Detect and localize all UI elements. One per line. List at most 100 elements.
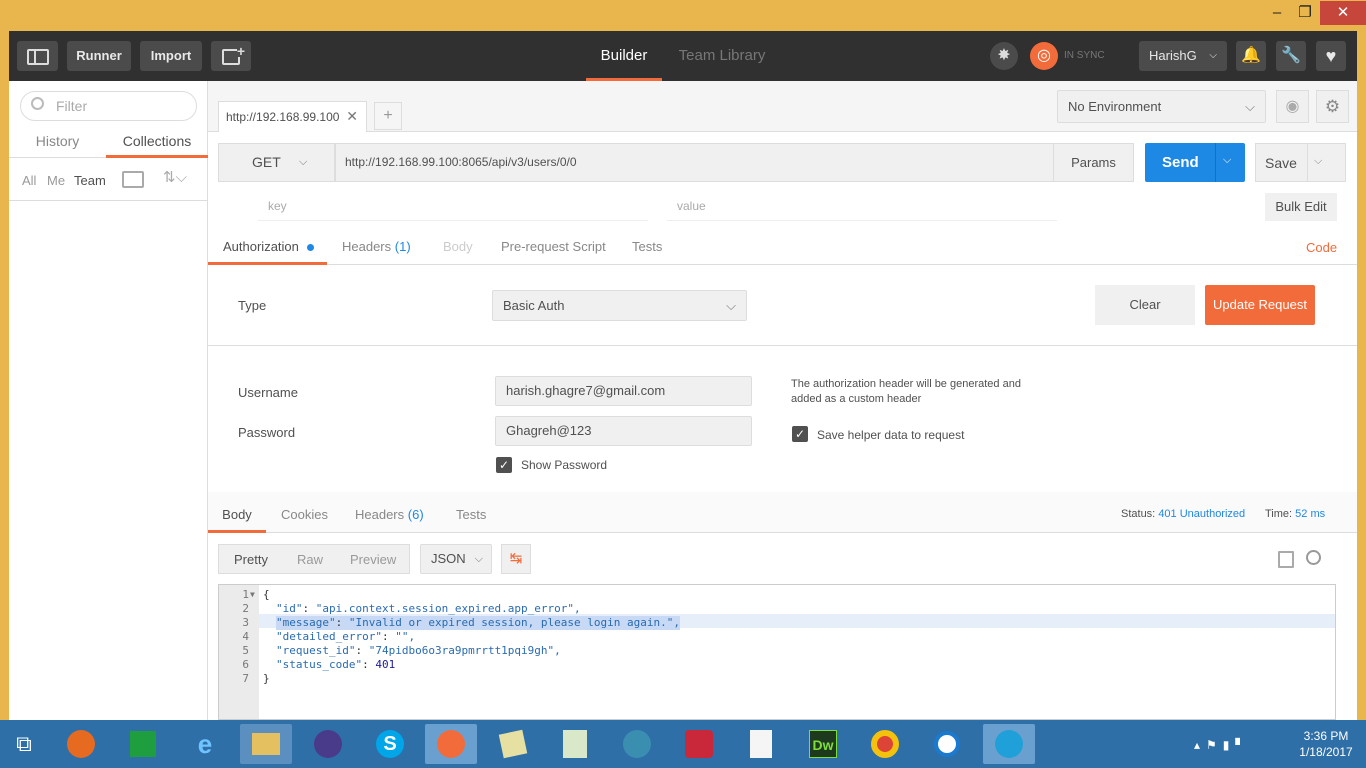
postman-icon[interactable] (425, 724, 477, 764)
response-status: Status: 401 Unauthorized (1121, 508, 1245, 520)
tab-headers[interactable]: Headers (1) (342, 235, 411, 259)
sync-icon[interactable]: ◎ (1030, 42, 1058, 70)
response-tab-tests[interactable]: Tests (456, 502, 486, 528)
close-button[interactable]: ✕ (1320, 1, 1366, 25)
start-button[interactable]: ⧉ (0, 724, 48, 764)
new-tab-button[interactable]: + (374, 102, 402, 130)
send-label: Send (1162, 154, 1199, 171)
view-pretty[interactable]: Pretty (234, 552, 268, 567)
format-value: JSON (431, 551, 466, 566)
username-input[interactable]: harish.ghagre7@gmail.com (495, 376, 752, 406)
response-tab-headers[interactable]: Headers (6) (355, 502, 424, 528)
new-collection-icon[interactable] (122, 171, 144, 188)
sticky-notes-icon[interactable] (487, 724, 539, 764)
method-value: GET (252, 154, 281, 170)
user-menu[interactable]: HarishG ⌵ (1139, 41, 1227, 71)
code-link[interactable]: Code (1306, 240, 1337, 255)
clock-time: 3:36 PM (1303, 729, 1349, 743)
environment-select[interactable]: No Environment ⌵ (1057, 90, 1266, 123)
request-tab[interactable]: http://192.168.99.100 ✕ (218, 101, 367, 132)
bell-icon: 🔔 (1241, 47, 1261, 64)
sidebar-tab-history[interactable]: History (9, 124, 106, 158)
spreadsheet-icon[interactable] (549, 724, 601, 764)
format-select[interactable]: JSON ⌵ (420, 544, 492, 574)
copy-icon[interactable] (1278, 551, 1294, 568)
eclipse-icon[interactable] (302, 724, 354, 764)
headers-count: (1) (394, 239, 411, 254)
clear-button[interactable]: Clear (1095, 285, 1195, 325)
sort-icon[interactable]: ⇅⌵ (163, 168, 187, 186)
skype-icon[interactable]: S (364, 724, 416, 764)
response-tab-cookies[interactable]: Cookies (281, 502, 328, 528)
response-body[interactable]: 1 ▼ { 2 "id": "api.context.session_expir… (218, 584, 1336, 720)
time-value: 52 ms (1295, 508, 1326, 520)
maximize-button[interactable]: ❐ (1292, 1, 1318, 25)
tray-icons[interactable]: ▴⚑▮▘ (1194, 738, 1251, 752)
filter-input[interactable]: Filter (20, 91, 197, 121)
window-border-left (0, 31, 9, 720)
filter-team[interactable]: Team (74, 173, 106, 188)
firefox-icon[interactable] (55, 724, 107, 764)
chevron-down-icon[interactable]: ⌵ (1314, 155, 1322, 168)
code-line: 7 } (242, 672, 270, 685)
timer-icon[interactable] (921, 724, 973, 764)
search-icon[interactable] (1306, 550, 1321, 565)
update-request-button[interactable]: Update Request (1205, 285, 1315, 325)
show-password-label: Show Password (521, 458, 608, 472)
clock[interactable]: 3:36 PM 1/18/2017 (1296, 728, 1356, 760)
show-password-checkbox[interactable]: ✓ (496, 457, 512, 473)
window-titlebar: – ❐ ✕ (0, 0, 1366, 31)
filter-all[interactable]: All (22, 173, 36, 188)
tab-prerequest[interactable]: Pre-request Script (501, 235, 606, 259)
save-helper-checkbox[interactable]: ✓ (792, 426, 808, 442)
settings-button[interactable]: 🔧 (1276, 41, 1306, 71)
request-tab-label: http://192.168.99.100 (226, 110, 340, 124)
notifications-button[interactable]: 🔔 (1236, 41, 1266, 71)
send-button[interactable]: Send ⌵ (1145, 143, 1245, 182)
quick-look-button[interactable]: ◉ (1276, 90, 1309, 123)
filter-me[interactable]: Me (47, 173, 65, 188)
method-select[interactable]: GET ⌵ (218, 143, 335, 182)
sourcetree-icon[interactable] (611, 724, 663, 764)
url-input[interactable]: http://192.168.99.100:8065/api/v3/users/… (335, 143, 1054, 182)
chevron-down-icon: ⌵ (1209, 50, 1217, 61)
sidebar-tab-collections[interactable]: Collections (106, 124, 208, 158)
response-tab-body[interactable]: Body (208, 502, 266, 533)
param-key-input[interactable]: key (258, 199, 648, 221)
close-tab-icon[interactable]: ✕ (346, 108, 358, 125)
recorder-icon[interactable] (673, 724, 725, 764)
save-button[interactable]: Save ⌵ (1255, 143, 1346, 182)
interceptor-icon[interactable]: ✸ (990, 42, 1018, 70)
heart-button[interactable]: ♥ (1316, 41, 1346, 71)
view-raw[interactable]: Raw (297, 552, 323, 567)
sidebar-toggle-button[interactable] (17, 41, 58, 71)
tab-team-library[interactable]: Team Library (676, 31, 768, 81)
new-window-icon: + (222, 44, 245, 65)
manage-environments-button[interactable]: ⚙ (1316, 90, 1349, 123)
file-explorer-icon[interactable] (240, 724, 292, 764)
document-icon[interactable] (735, 724, 787, 764)
import-button[interactable]: Import (140, 41, 202, 71)
store-icon[interactable] (117, 724, 169, 764)
tab-tests[interactable]: Tests (632, 235, 662, 259)
params-button[interactable]: Params (1053, 143, 1134, 182)
password-input[interactable]: Ghagreh@123 (495, 416, 752, 446)
wrap-lines-button[interactable]: ↹ (501, 544, 531, 574)
auth-type-select[interactable]: Basic Auth ⌵ (492, 290, 747, 321)
chevron-down-icon[interactable]: ⌵ (1223, 154, 1231, 167)
ie-icon[interactable]: e (179, 724, 231, 764)
tab-authorization[interactable]: Authorization (208, 235, 327, 265)
new-window-button[interactable]: + (211, 41, 251, 71)
param-value-input[interactable]: value (667, 199, 1057, 221)
dreamweaver-icon[interactable]: Dw (797, 724, 849, 764)
chevron-down-icon: ⌵ (474, 553, 483, 565)
tab-builder[interactable]: Builder (586, 31, 662, 81)
authorization-label: Authorization (223, 239, 299, 254)
user-name: HarishG (1149, 48, 1197, 63)
view-preview[interactable]: Preview (350, 552, 396, 567)
minimize-button[interactable]: – (1264, 1, 1290, 25)
runner-button[interactable]: Runner (67, 41, 131, 71)
docker-icon[interactable] (983, 724, 1035, 764)
bulk-edit-button[interactable]: Bulk Edit (1265, 193, 1337, 221)
chrome-icon[interactable] (859, 724, 911, 764)
